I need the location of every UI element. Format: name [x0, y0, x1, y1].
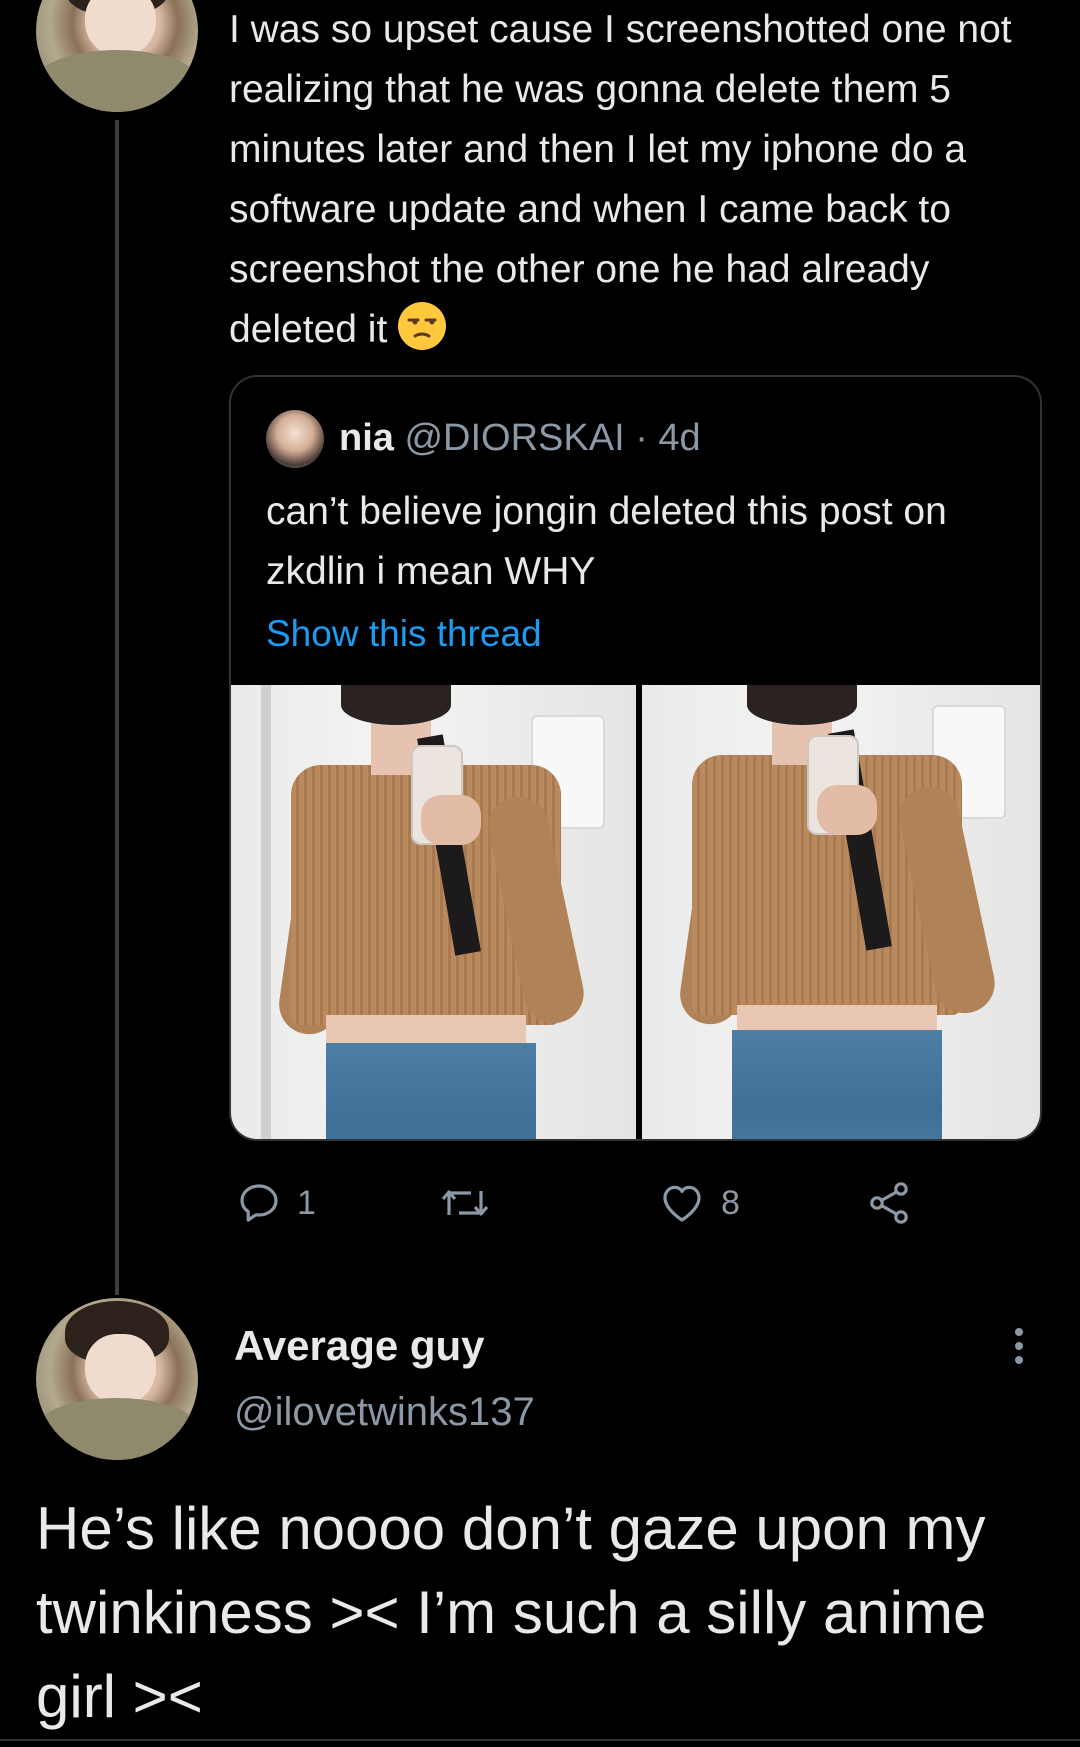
show-thread-link[interactable]: Show this thread [266, 609, 542, 659]
quoted-tweet-header: nia @DIORSKAI · 4d [339, 412, 701, 464]
tweet-action-bar: 1 8 [229, 1175, 949, 1231]
meta-separator: · [635, 417, 648, 459]
share-button[interactable] [865, 1175, 913, 1231]
quoted-tweet-card[interactable]: nia @DIORSKAI · 4d can’t believe jongin … [229, 375, 1042, 1141]
reply-icon [240, 1184, 278, 1222]
retweet-icon [441, 1190, 489, 1216]
main-author-name[interactable]: Average guy [234, 1322, 485, 1370]
avatar-sweater [36, 1398, 198, 1460]
quoted-photo-2[interactable] [642, 685, 1040, 1139]
unamused-face-icon [398, 302, 447, 350]
heart-icon [663, 1185, 701, 1222]
reply-button[interactable]: 1 [235, 1175, 316, 1231]
quoted-author-handle[interactable]: @DIORSKAI [404, 417, 624, 459]
like-count: 8 [721, 1183, 740, 1222]
parent-tweet-text: I was so upset cause I screenshotted one… [229, 0, 1049, 360]
main-author-avatar[interactable] [36, 1298, 198, 1460]
more-options-icon[interactable] [1006, 1325, 1032, 1369]
thread-connector-line [115, 120, 119, 1295]
avatar-face [84, 1333, 156, 1405]
quoted-tweet-text: can’t believe jongin deleted this post o… [266, 490, 947, 593]
avatar-sweater [36, 50, 198, 112]
avatar-face [84, 0, 156, 57]
like-button[interactable]: 8 [657, 1175, 740, 1231]
quoted-tweet-time[interactable]: 4d [658, 417, 700, 459]
quoted-author-avatar[interactable] [266, 410, 324, 468]
parent-tweet-body: I was so upset cause I screenshotted one… [229, 8, 1012, 351]
quoted-photo-1[interactable] [231, 685, 636, 1139]
share-icon [870, 1182, 908, 1224]
retweet-button[interactable] [439, 1175, 505, 1231]
main-tweet-text: He’s like noooo don’t gaze upon my twink… [36, 1495, 987, 1730]
main-author-handle[interactable]: @ilovetwinks137 [234, 1390, 535, 1435]
quoted-author-name[interactable]: nia [339, 417, 394, 459]
divider [0, 1739, 1080, 1741]
parent-author-avatar[interactable] [36, 0, 198, 112]
reply-count: 1 [297, 1183, 316, 1222]
